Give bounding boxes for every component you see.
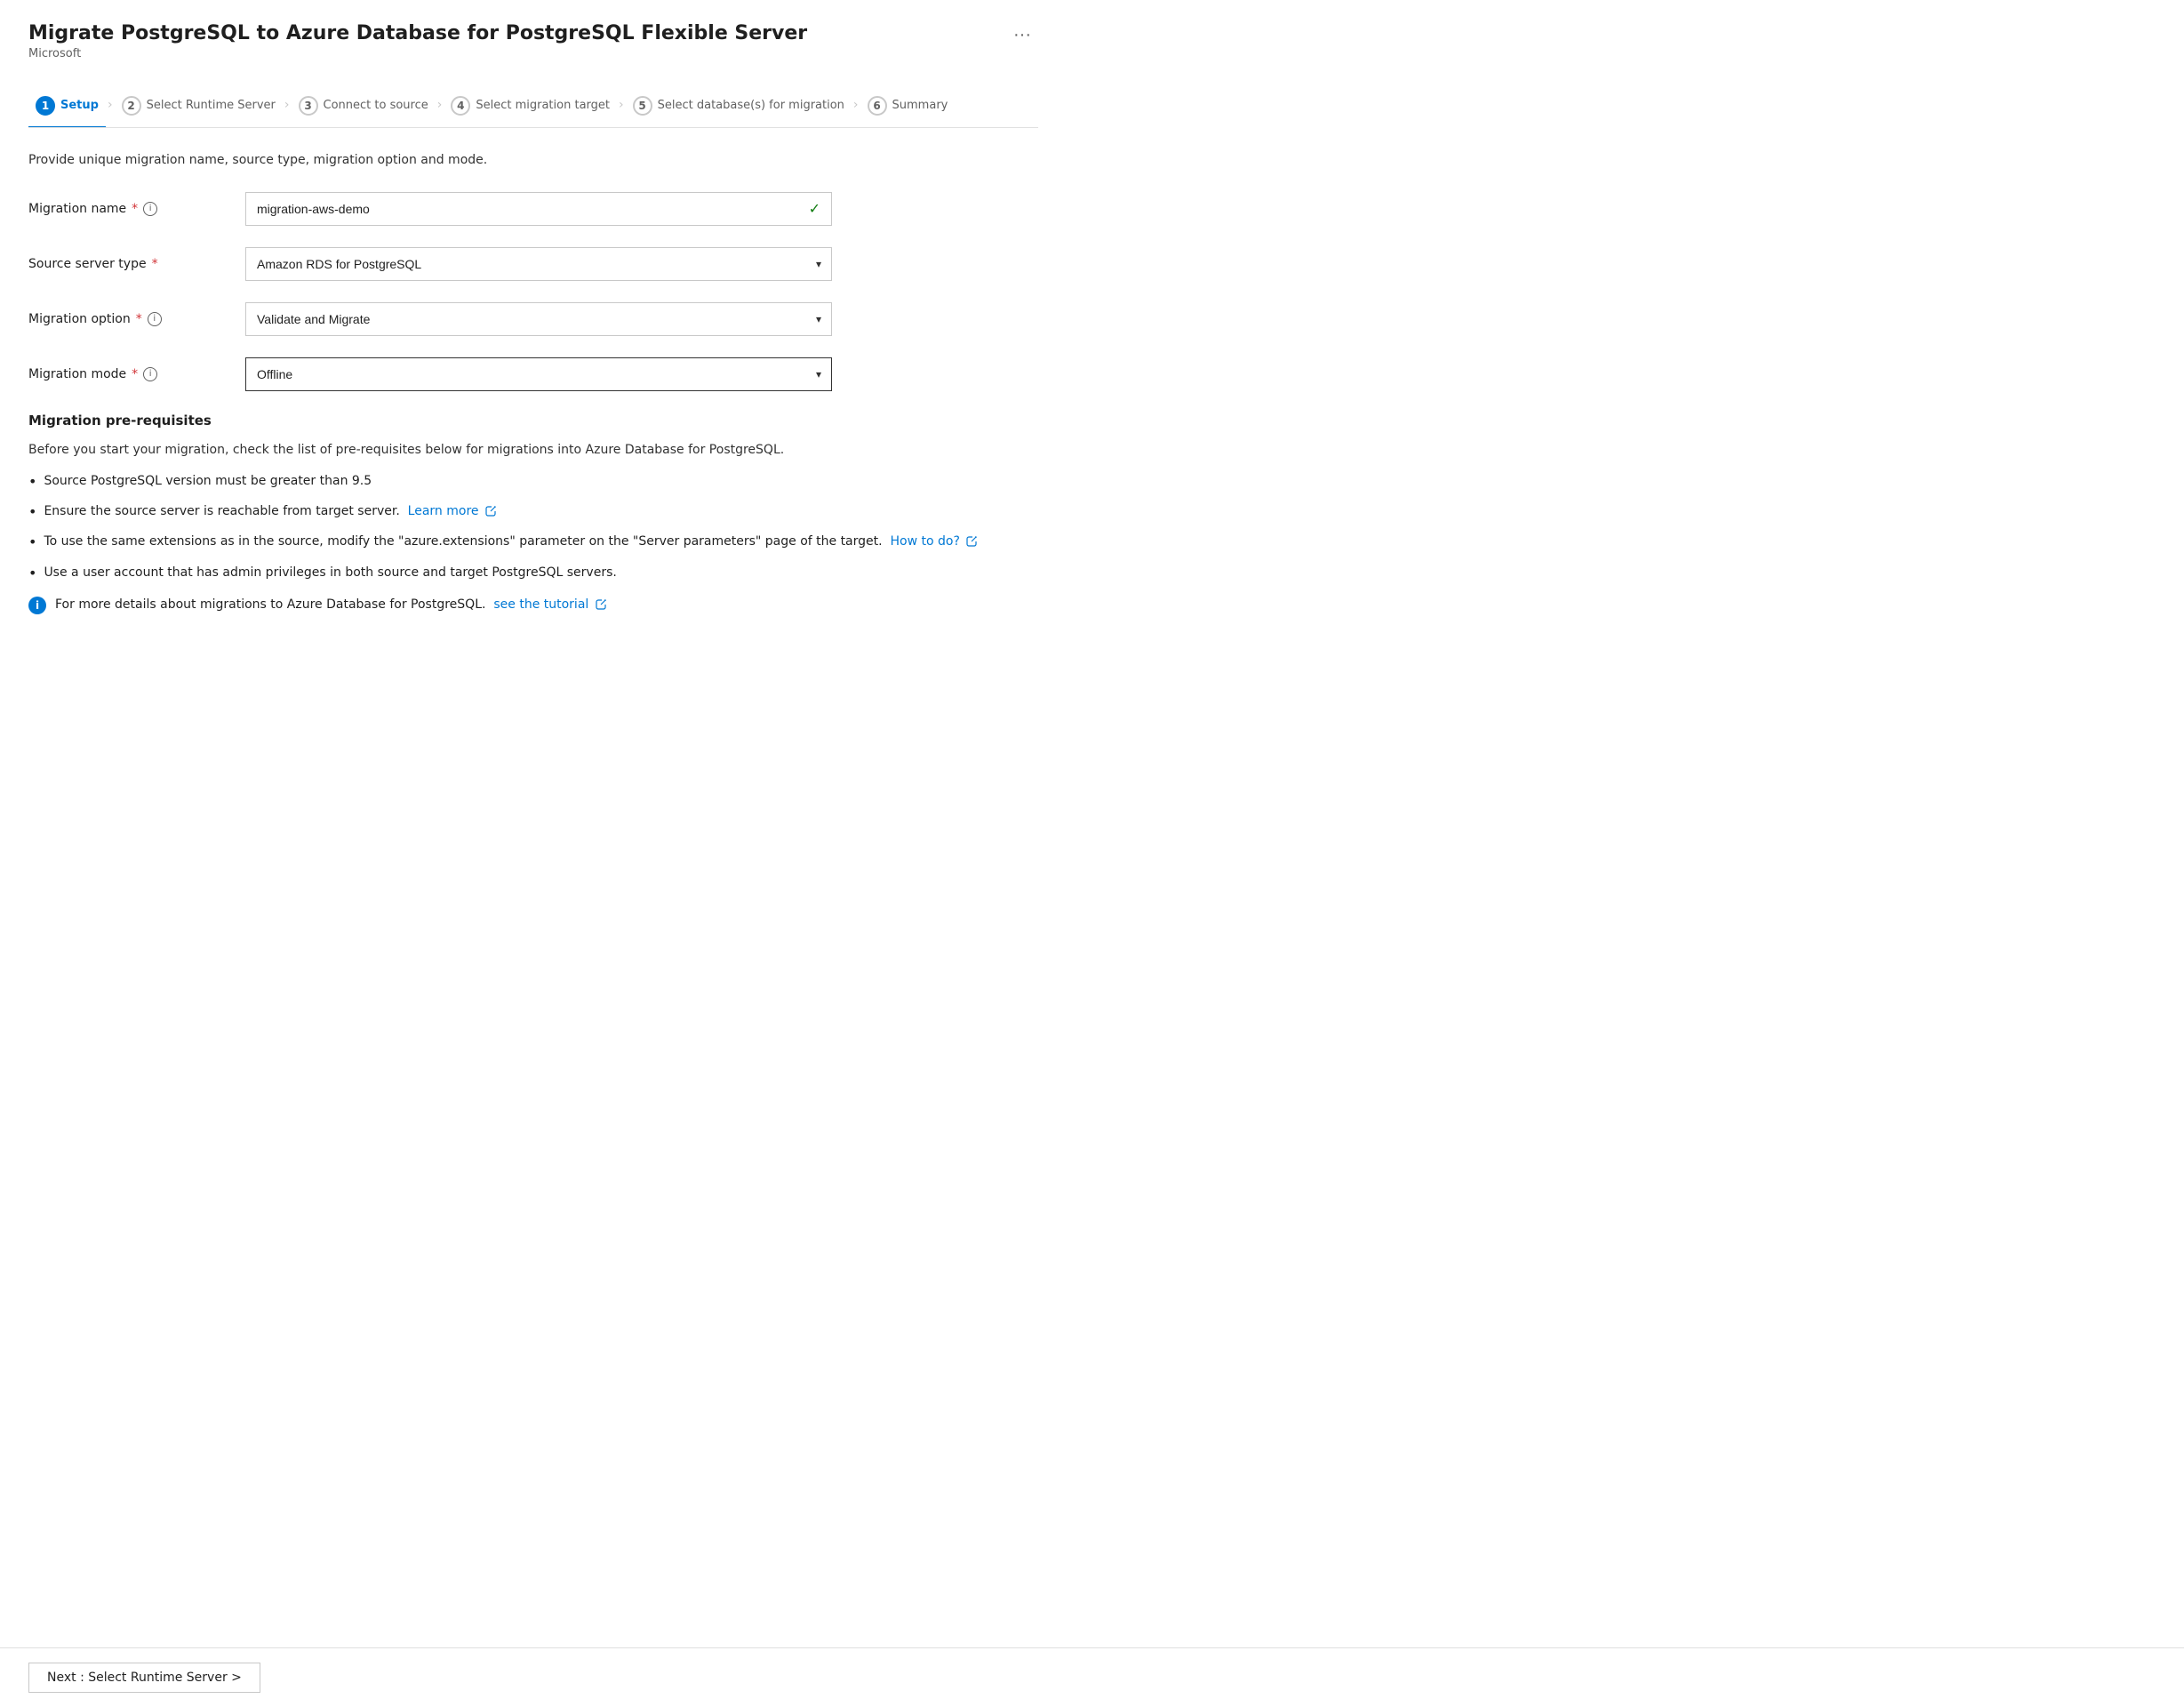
migration-option-label: Migration option * i [28,312,224,326]
info-circle-icon: i [28,597,46,614]
prereq-item-4-text: Use a user account that has admin privil… [44,564,616,582]
migration-option-row: Migration option * i Validate and Migrat… [28,302,1038,336]
step-4-circle: 4 [451,96,470,116]
step-2-runtime[interactable]: 2 Select Runtime Server [115,85,283,128]
migration-option-required: * [136,312,142,326]
source-server-type-select[interactable]: Amazon RDS for PostgreSQL On-premises Po… [245,247,832,281]
learn-more-external-icon [485,506,496,517]
prereq-item-3: To use the same extensions as in the sou… [28,533,1038,552]
migration-mode-info-icon[interactable]: i [143,367,157,381]
learn-more-link[interactable]: Learn more [408,504,496,518]
migration-mode-select[interactable]: Offline Online [245,357,832,391]
migration-name-row: Migration name * i ✓ [28,192,1038,226]
migration-mode-required: * [132,367,138,381]
migration-mode-label-text: Migration mode [28,367,126,381]
how-to-do-link[interactable]: How to do? [891,534,978,549]
step-4-target[interactable]: 4 Select migration target [444,85,617,128]
prereq-item-3-text: To use the same extensions as in the sou… [44,533,977,551]
migration-option-info-icon[interactable]: i [148,312,162,326]
migration-mode-row: Migration mode * i Offline Online ▾ [28,357,1038,391]
step-5-circle: 5 [633,96,652,116]
prereq-list: Source PostgreSQL version must be greate… [28,472,1038,584]
migration-mode-select-wrap: Offline Online ▾ [245,357,832,391]
migration-name-input-wrap: ✓ [245,192,832,226]
migration-option-input-wrap: Validate and Migrate Validate Migrate ▾ [245,302,832,336]
step-3-label: Connect to source [324,99,428,112]
form-description: Provide unique migration name, source ty… [28,153,1038,167]
page-subtitle: Microsoft [28,47,807,60]
page-title: Migrate PostgreSQL to Azure Database for… [28,21,807,47]
migration-option-select[interactable]: Validate and Migrate Validate Migrate [245,302,832,336]
info-box-text: For more details about migrations to Azu… [55,596,606,614]
step-3-circle: 3 [299,96,318,116]
migration-option-select-wrap: Validate and Migrate Validate Migrate ▾ [245,302,832,336]
step-2-label: Select Runtime Server [147,99,276,112]
step-separator-1: › [106,98,115,114]
step-6-circle: 6 [868,96,887,116]
step-6-summary[interactable]: 6 Summary [860,85,956,128]
prereq-description: Before you start your migration, check t… [28,441,1038,460]
migration-mode-input-wrap: Offline Online ▾ [245,357,832,391]
source-server-type-label: Source server type * [28,257,224,271]
source-server-type-required: * [152,257,158,271]
migration-name-check-icon: ✓ [809,200,820,217]
migration-name-required: * [132,202,138,216]
migration-name-input[interactable] [257,202,809,216]
step-1-label: Setup [60,99,99,112]
step-separator-5: › [852,98,860,114]
source-server-type-select-wrap: Amazon RDS for PostgreSQL On-premises Po… [245,247,832,281]
migration-name-info-icon[interactable]: i [143,202,157,216]
step-5-databases[interactable]: 5 Select database(s) for migration [626,85,852,128]
footer-spacer [28,614,1038,685]
step-6-label: Summary [892,99,948,112]
migration-option-label-text: Migration option [28,312,131,326]
step-separator-3: › [436,98,444,114]
source-server-type-label-text: Source server type [28,257,147,271]
migration-name-label-text: Migration name [28,202,126,216]
step-separator-4: › [617,98,626,114]
next-button[interactable]: Next : Select Runtime Server > [28,1663,260,1693]
see-tutorial-external-icon [596,599,606,610]
migration-name-input-container: ✓ [245,192,832,226]
prereq-title: Migration pre-requisites [28,413,1038,429]
step-2-circle: 2 [122,96,141,116]
step-1-setup[interactable]: 1 Setup [28,85,106,128]
prereq-item-4: Use a user account that has admin privil… [28,564,1038,583]
header-title-group: Migrate PostgreSQL to Azure Database for… [28,21,807,82]
info-box: i For more details about migrations to A… [28,596,1038,614]
prereq-item-1: Source PostgreSQL version must be greate… [28,472,1038,492]
migration-name-label: Migration name * i [28,202,224,216]
source-server-type-input-wrap: Amazon RDS for PostgreSQL On-premises Po… [245,247,832,281]
step-4-label: Select migration target [476,99,610,112]
how-to-do-external-icon [966,536,977,547]
step-1-circle: 1 [36,96,55,116]
see-tutorial-link[interactable]: see the tutorial [493,597,605,612]
step-3-connect[interactable]: 3 Connect to source [292,85,436,128]
prereq-item-2-text: Ensure the source server is reachable fr… [44,502,496,521]
page-footer: Next : Select Runtime Server > [0,1647,2184,1707]
migration-mode-label: Migration mode * i [28,367,224,381]
wizard-steps: 1 Setup › 2 Select Runtime Server › 3 Co… [28,85,1038,128]
prereq-item-1-text: Source PostgreSQL version must be greate… [44,472,372,491]
step-separator-2: › [283,98,292,114]
prereq-item-2: Ensure the source server is reachable fr… [28,502,1038,522]
source-server-type-row: Source server type * Amazon RDS for Post… [28,247,1038,281]
ellipsis-menu-button[interactable]: ··· [1006,21,1038,49]
prereq-section: Migration pre-requisites Before you star… [28,413,1038,615]
step-5-label: Select database(s) for migration [658,99,844,112]
page-header: Migrate PostgreSQL to Azure Database for… [28,21,1038,82]
